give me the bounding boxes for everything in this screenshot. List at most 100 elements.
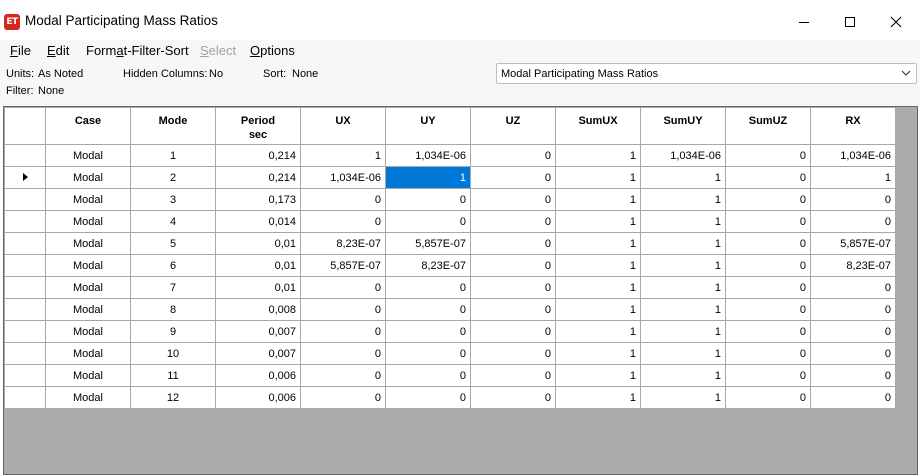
column-header[interactable]: UX	[300, 107, 386, 145]
row-header[interactable]	[4, 364, 46, 387]
table-cell[interactable]: 7	[130, 276, 216, 299]
table-cell[interactable]: 0	[470, 210, 556, 233]
table-cell[interactable]: 1	[640, 298, 726, 321]
menu-edit[interactable]: Edit	[47, 43, 69, 58]
table-cell[interactable]: 0	[810, 210, 896, 233]
column-header[interactable]: UZ	[470, 107, 556, 145]
table-cell[interactable]: 0	[810, 188, 896, 211]
table-cell[interactable]: 0	[725, 166, 811, 189]
column-header[interactable]: SumUX	[555, 107, 641, 145]
table-cell[interactable]: 5,857E-07	[385, 232, 471, 255]
close-button[interactable]	[873, 6, 919, 38]
table-cell[interactable]: 8	[130, 298, 216, 321]
row-header[interactable]	[4, 320, 46, 343]
table-cell[interactable]: 1	[640, 364, 726, 387]
menu-options[interactable]: Options	[250, 43, 295, 58]
table-cell[interactable]: 1	[640, 232, 726, 255]
table-cell[interactable]: 0	[725, 320, 811, 343]
table-cell[interactable]: 1	[555, 386, 641, 409]
table-cell[interactable]: Modal	[45, 364, 131, 387]
table-cell[interactable]: 1	[640, 210, 726, 233]
table-cell[interactable]: 1	[130, 144, 216, 167]
table-cell[interactable]: 1	[555, 320, 641, 343]
table-cell[interactable]: Modal	[45, 188, 131, 211]
table-cell[interactable]: Modal	[45, 386, 131, 409]
table-cell[interactable]: 0	[470, 386, 556, 409]
table-cell[interactable]: 0	[470, 144, 556, 167]
table-cell[interactable]: 0,008	[215, 298, 301, 321]
row-header[interactable]	[4, 298, 46, 321]
row-header[interactable]	[4, 342, 46, 365]
table-row[interactable]: Modal 4 0,014 0 0 0 1 1 0 0	[4, 210, 896, 233]
table-cell[interactable]: 0,006	[215, 364, 301, 387]
table-cell[interactable]: 0,007	[215, 342, 301, 365]
data-grid[interactable]: Case Mode Period sec UX UY UZ SumUX SumUY SumUZ RX…	[3, 106, 918, 475]
table-cell[interactable]: 1	[555, 254, 641, 277]
table-cell[interactable]: 1,034E-06	[810, 144, 896, 167]
table-cell[interactable]: Modal	[45, 210, 131, 233]
table-cell[interactable]: 0	[300, 298, 386, 321]
table-cell[interactable]: 5,857E-07	[810, 232, 896, 255]
table-cell[interactable]: 0	[810, 364, 896, 387]
table-cell[interactable]: 0	[810, 320, 896, 343]
table-cell[interactable]: 5,857E-07	[300, 254, 386, 277]
table-cell[interactable]: Modal	[45, 166, 131, 189]
table-row[interactable]: Modal 11 0,006 0 0 0 1 1 0 0	[4, 364, 896, 387]
table-cell[interactable]: 1	[300, 144, 386, 167]
table-cell[interactable]: 1	[555, 210, 641, 233]
row-header[interactable]	[4, 166, 46, 189]
table-cell[interactable]: Modal	[45, 276, 131, 299]
table-row[interactable]: Modal 12 0,006 0 0 0 1 1 0 0	[4, 386, 896, 409]
table-cell[interactable]: 1	[555, 188, 641, 211]
table-cell[interactable]: 0	[810, 276, 896, 299]
table-row[interactable]: Modal 7 0,01 0 0 0 1 1 0 0	[4, 276, 896, 299]
table-cell[interactable]: 1	[555, 364, 641, 387]
menu-file[interactable]: File	[10, 43, 31, 58]
table-cell[interactable]: 0,014	[215, 210, 301, 233]
table-cell[interactable]: 1,034E-06	[300, 166, 386, 189]
table-row[interactable]: Modal 2 0,214 1,034E-06 1 0 1 1 0 1	[4, 166, 896, 189]
row-header-corner[interactable]	[4, 107, 46, 145]
row-header[interactable]	[4, 386, 46, 409]
table-cell[interactable]: 0	[725, 254, 811, 277]
table-cell[interactable]: 0	[300, 386, 386, 409]
table-cell[interactable]: 0	[470, 232, 556, 255]
table-cell[interactable]: Modal	[45, 232, 131, 255]
table-cell[interactable]: 0	[725, 144, 811, 167]
column-header[interactable]: SumUZ	[725, 107, 811, 145]
table-cell[interactable]: 0	[300, 320, 386, 343]
table-cell[interactable]: 1,034E-06	[640, 144, 726, 167]
table-cell[interactable]: 0	[385, 276, 471, 299]
minimize-button[interactable]	[781, 6, 827, 38]
column-header[interactable]: Mode	[130, 107, 216, 145]
table-cell[interactable]: 0	[810, 342, 896, 365]
table-cell[interactable]: 0	[725, 210, 811, 233]
table-cell[interactable]: 0	[470, 188, 556, 211]
table-cell[interactable]: Modal	[45, 342, 131, 365]
table-cell[interactable]: 1,034E-06	[385, 144, 471, 167]
table-cell[interactable]: 0	[725, 386, 811, 409]
table-cell[interactable]: 0,01	[215, 254, 301, 277]
table-cell[interactable]: 9	[130, 320, 216, 343]
table-cell[interactable]: 5	[130, 232, 216, 255]
table-cell[interactable]: 0	[470, 254, 556, 277]
table-cell[interactable]: 1	[810, 166, 896, 189]
table-cell[interactable]: 4	[130, 210, 216, 233]
table-cell[interactable]: 0,214	[215, 144, 301, 167]
table-cell[interactable]: 1	[640, 166, 726, 189]
table-row[interactable]: Modal 1 0,214 1 1,034E-06 0 1 1,034E-06 0 1,034E-…	[4, 144, 896, 167]
table-cell[interactable]: 0	[385, 210, 471, 233]
table-row[interactable]: Modal 6 0,01 5,857E-07 8,23E-07 0 1 1 0 8,23E-07	[4, 254, 896, 277]
table-row[interactable]: Modal 10 0,007 0 0 0 1 1 0 0	[4, 342, 896, 365]
table-select-dropdown[interactable]: Modal Participating Mass Ratios	[496, 63, 917, 84]
table-cell[interactable]: 1	[640, 342, 726, 365]
table-row[interactable]: Modal 5 0,01 8,23E-07 5,857E-07 0 1 1 0 5,857E-07	[4, 232, 896, 255]
table-cell[interactable]: 1	[555, 144, 641, 167]
table-cell[interactable]: 0	[385, 342, 471, 365]
table-cell[interactable]: 8,23E-07	[300, 232, 386, 255]
table-cell[interactable]: Modal	[45, 298, 131, 321]
table-cell[interactable]: 0	[470, 320, 556, 343]
table-cell[interactable]: 0	[810, 298, 896, 321]
table-cell[interactable]: 0	[385, 188, 471, 211]
table-cell[interactable]: Modal	[45, 320, 131, 343]
